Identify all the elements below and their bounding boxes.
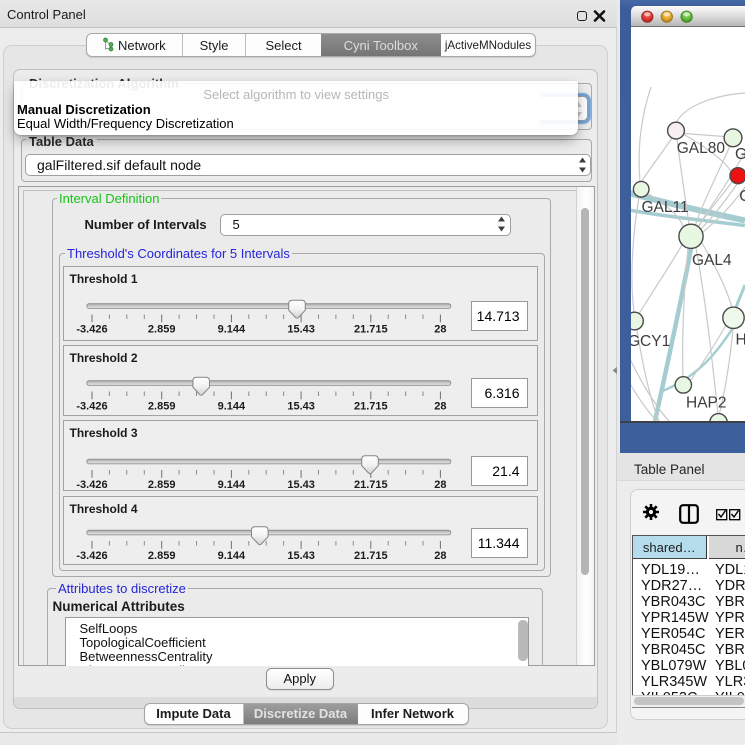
svg-text:21.715: 21.715	[353, 479, 387, 491]
svg-text:GAL4: GAL4	[692, 251, 732, 268]
svg-text:9.144: 9.144	[217, 400, 245, 412]
svg-text:GAL80: GAL80	[677, 139, 726, 156]
svg-text:-3.426: -3.426	[76, 323, 107, 335]
svg-text:21.715: 21.715	[353, 550, 387, 562]
svg-text:H: H	[736, 331, 745, 348]
svg-text:GCY1: GCY1	[631, 332, 670, 349]
svg-text:21.715: 21.715	[353, 323, 387, 335]
svg-text:15.43: 15.43	[287, 479, 315, 491]
svg-text:2.859: 2.859	[147, 400, 175, 412]
svg-text:-3.426: -3.426	[76, 400, 107, 412]
svg-text:2.859: 2.859	[147, 323, 175, 335]
svg-text:GAL11: GAL11	[642, 198, 689, 215]
svg-text:9.144: 9.144	[217, 550, 245, 562]
svg-text:28: 28	[434, 323, 446, 335]
svg-text:15.43: 15.43	[287, 323, 315, 335]
svg-text:28: 28	[434, 400, 446, 412]
svg-text:GAL80: GAL80	[735, 145, 745, 162]
svg-text:15.43: 15.43	[287, 400, 315, 412]
svg-text:15.43: 15.43	[287, 550, 315, 562]
svg-text:HAP2: HAP2	[686, 394, 727, 411]
svg-text:21.715: 21.715	[353, 400, 387, 412]
svg-text:28: 28	[434, 479, 446, 491]
svg-text:C: C	[739, 187, 745, 204]
svg-text:2.859: 2.859	[147, 550, 175, 562]
svg-text:28: 28	[434, 550, 446, 562]
svg-text:9.144: 9.144	[217, 479, 245, 491]
svg-text:-3.426: -3.426	[76, 479, 107, 491]
svg-text:2.859: 2.859	[147, 479, 175, 491]
svg-text:-3.426: -3.426	[76, 550, 107, 562]
svg-text:9.144: 9.144	[217, 323, 245, 335]
